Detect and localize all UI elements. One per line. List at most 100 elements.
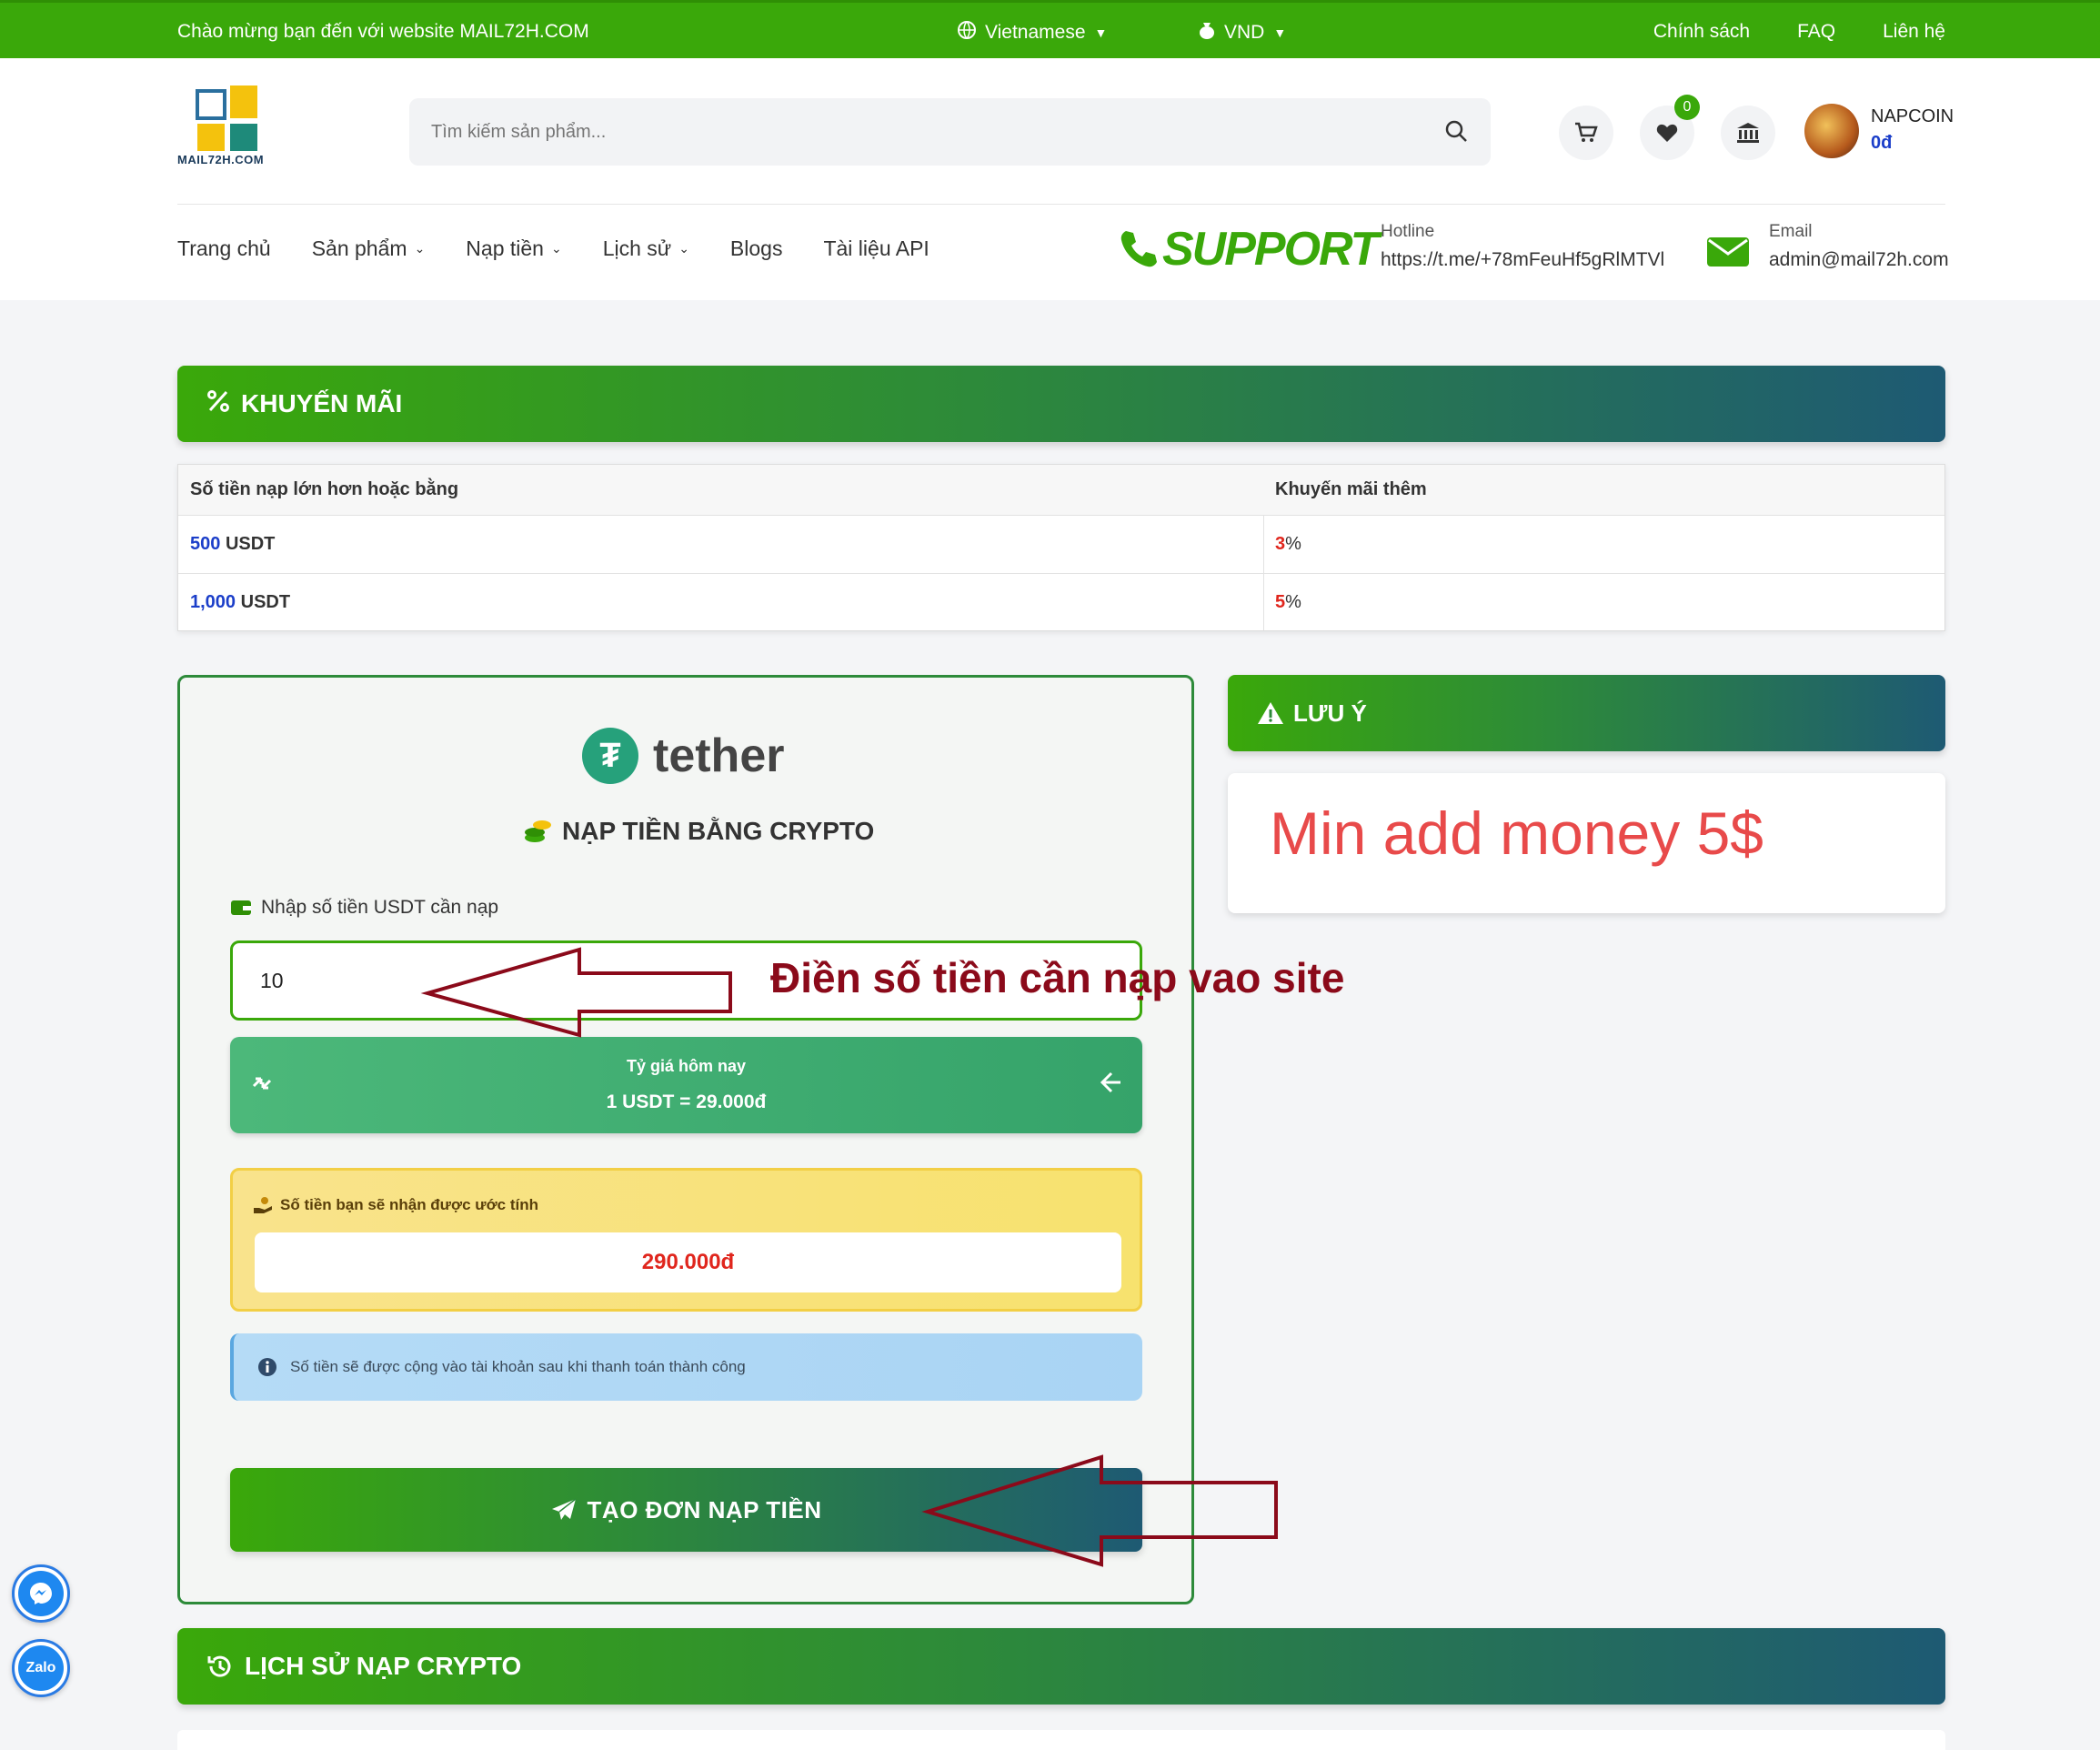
nav-label: Blogs (729, 236, 783, 260)
percent-icon (206, 389, 230, 419)
search-input[interactable] (431, 98, 1432, 166)
bank-button[interactable] (1721, 106, 1775, 160)
note-body: Min add money 5$ (1228, 773, 1945, 913)
currency-label: VND (1224, 22, 1265, 43)
promo-amount: 1,000 USDT (190, 592, 291, 612)
top-bar: Chào mừng bạn đến với website MAIL72H.CO… (0, 0, 2100, 58)
chevron-down-icon: ▼ (1273, 25, 1287, 40)
contact-link[interactable]: Liên hệ (1883, 21, 1945, 43)
history-title: LỊCH SỬ NẠP CRYPTO (245, 1652, 522, 1680)
nav-item-products[interactable]: Sản phẩm ⌄ (312, 236, 426, 261)
nav-label: Lịch sử (602, 236, 672, 260)
cart-button[interactable] (1559, 106, 1613, 160)
warning-icon (1258, 702, 1283, 724)
amount-label: Nhập số tiền USDT cần nạp (230, 897, 498, 919)
history-icon (207, 1655, 231, 1677)
rate-value: 1 USDT = 29.000đ (606, 1091, 767, 1112)
support-text: SUPPORT (1162, 223, 1379, 276)
email-label: Email (1769, 222, 1813, 241)
promo-table: Số tiền nạp lớn hơn hoặc bằng Khuyến mãi… (177, 464, 1945, 631)
nav-label: Tài liệu API (823, 236, 929, 260)
policy-link[interactable]: Chính sách (1653, 21, 1750, 43)
language-selector[interactable]: Vietnamese ▼ (958, 21, 1107, 45)
wishlist-button[interactable]: 0 (1640, 95, 1700, 160)
promo-header: KHUYẾN MÃI (177, 366, 1945, 442)
receive-value: 290.000đ (255, 1232, 1121, 1292)
amount-value: 10 (260, 969, 284, 992)
promo-title: KHUYẾN MÃI (241, 389, 403, 417)
chevron-down-icon: ▼ (1094, 25, 1108, 40)
chevron-down-icon: ⌄ (550, 241, 562, 256)
zalo-icon: Zalo (18, 1645, 64, 1691)
deposit-card (177, 675, 1194, 1604)
hand-coin-icon (254, 1197, 272, 1213)
info-text: Số tiền sẽ được cộng vào tài khoản sau k… (290, 1358, 746, 1375)
email-link[interactable]: admin@mail72h.com (1769, 249, 1949, 271)
user-balance: 0đ (1871, 133, 1893, 153)
nav-label: Sản phẩm (311, 236, 407, 260)
table-row: 1,000 USDT 5% (178, 574, 1944, 632)
estimated-receive-box: Số tiền bạn sẽ nhận được ước tính 290.00… (230, 1168, 1142, 1312)
nav-item-blogs[interactable]: Blogs (730, 236, 783, 261)
info-notice: Số tiền sẽ được cộng vào tài khoản sau k… (230, 1333, 1142, 1401)
language-label: Vietnamese (985, 22, 1086, 43)
receive-label: Số tiền bạn sẽ nhận được ước tính (253, 1196, 538, 1214)
amount-label-text: Nhập số tiền USDT cần nạp (261, 897, 499, 918)
nav-label: Trang chủ (177, 236, 271, 260)
search-icon[interactable] (1443, 118, 1471, 146)
currency-selector[interactable]: VND ▼ (1199, 21, 1286, 45)
cart-icon (1575, 122, 1598, 142)
zalo-button[interactable]: Zalo (12, 1639, 70, 1697)
heart-icon (1656, 124, 1678, 142)
faq-link[interactable]: FAQ (1797, 21, 1835, 43)
messenger-icon (18, 1571, 64, 1616)
receive-label-text: Số tiền bạn sẽ nhận được ước tính (280, 1196, 538, 1213)
deposit-title: NẠP TIỀN BẰNG CRYPTO (524, 817, 874, 846)
hotline-link[interactable]: https://t.me/+78mFeuHf5gRlMTVl (1381, 249, 1664, 271)
exchange-rate-box: Tỷ giá hôm nay 1 USDT = 29.000đ (230, 1037, 1142, 1133)
note-header: LƯU Ý (1228, 675, 1945, 751)
info-icon (258, 1358, 276, 1376)
nav-item-deposit[interactable]: Nạp tiền ⌄ (466, 236, 561, 261)
nav-item-history[interactable]: Lịch sử ⌄ (603, 236, 689, 261)
tether-logo: ₮ tether (582, 728, 784, 784)
wishlist-count-badge: 0 (1674, 95, 1700, 120)
nav-label: Nạp tiền (466, 236, 544, 260)
create-deposit-button[interactable]: TẠO ĐƠN NẠP TIỀN (230, 1468, 1142, 1552)
column-header: Khuyến mãi thêm (1275, 479, 1427, 499)
note-title: LƯU Ý (1293, 699, 1367, 727)
wallet-icon (231, 900, 251, 915)
nav-item-api-docs[interactable]: Tài liệu API (823, 236, 929, 261)
table-row: 500 USDT 3% (178, 516, 1944, 574)
chevron-down-icon: ⌄ (414, 241, 426, 256)
tether-icon: ₮ (582, 728, 638, 784)
hotline-label: Hotline (1381, 222, 1435, 241)
annotation-text: Điền số tiền cần nạp vao site (770, 954, 1345, 1001)
user-name[interactable]: NAPCOIN (1871, 106, 1954, 127)
chevron-down-icon: ⌄ (678, 241, 689, 256)
promo-bonus: 3% (1275, 534, 1301, 554)
messenger-button[interactable] (12, 1564, 70, 1623)
rate-label: Tỷ giá hôm nay (626, 1057, 747, 1075)
exchange-arrow-icon (1100, 1071, 1120, 1093)
table-header-row: Số tiền nạp lớn hơn hoặc bằng Khuyến mãi… (178, 465, 1944, 516)
promo-amount: 500 USDT (190, 534, 276, 554)
welcome-text: Chào mừng bạn đến với website MAIL72H.CO… (177, 21, 589, 42)
coins-icon (525, 820, 551, 842)
top-links: Chính sách FAQ Liên hệ (1653, 21, 1945, 43)
zalo-label: Zalo (25, 1660, 56, 1675)
phone-icon (1120, 231, 1157, 267)
paper-plane-icon (551, 1498, 576, 1520)
money-bag-icon (1199, 21, 1215, 45)
support-logo: SUPPORT (1119, 222, 1379, 277)
user-avatar[interactable] (1804, 104, 1859, 158)
tether-wordmark: tether (653, 729, 785, 782)
header: MAIL72H.COM 0 NAPCOIN 0đ Trang chủ Sản p… (0, 58, 2100, 300)
nav-item-home[interactable]: Trang chủ (177, 236, 271, 261)
deposit-title-text: NẠP TIỀN BẰNG CRYPTO (562, 817, 875, 845)
email-icon (1707, 237, 1749, 267)
note-message: Min add money 5$ (1270, 800, 1763, 867)
history-header: LỊCH SỬ NẠP CRYPTO (177, 1628, 1945, 1705)
search-bar (409, 98, 1491, 166)
main-nav: Trang chủ Sản phẩm ⌄ Nạp tiền ⌄ Lịch sử ⌄ B… (177, 236, 929, 261)
